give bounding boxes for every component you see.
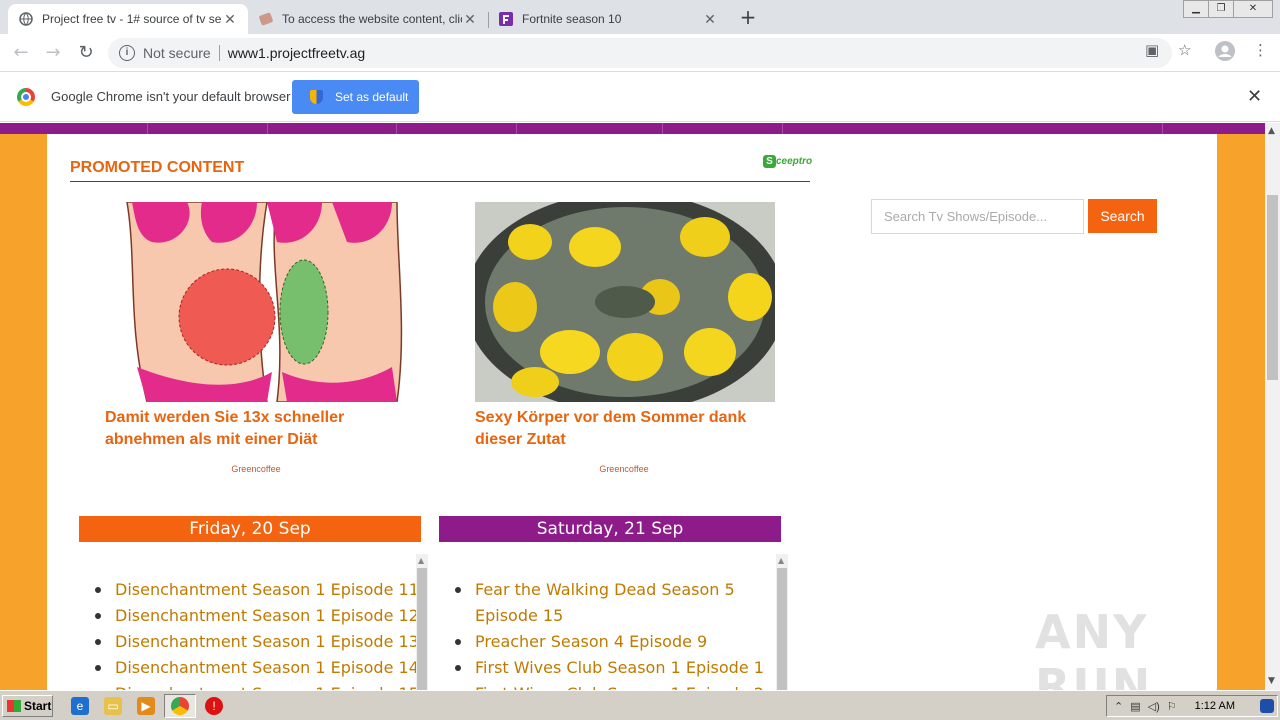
start-button[interactable]: Start: [2, 695, 53, 717]
forward-button[interactable]: →: [42, 42, 64, 64]
tray-expand-icon[interactable]: ⌃: [1114, 700, 1123, 713]
episode-link[interactable]: Disenchantment Season 1 Episode 12: [79, 603, 419, 629]
saturday-episode-list: Fear the Walking Dead Season 5 Episode 1…: [439, 577, 779, 690]
globe-icon: [18, 11, 34, 27]
start-label: Start: [24, 699, 52, 713]
promoted-content-title: PROMOTED CONTENT: [70, 159, 245, 176]
episode-link[interactable]: First Wives Club Season 1 Episode 2: [439, 681, 779, 690]
set-as-default-label: Set as default: [335, 90, 409, 104]
tab-projectfreetv[interactable]: Project free tv - 1# source of tv series…: [8, 4, 248, 34]
scroll-thumb[interactable]: [417, 568, 427, 690]
promo-source-2[interactable]: Greencoffee: [474, 464, 774, 474]
episode-link[interactable]: First Wives Club Season 1 Episode 1: [439, 655, 779, 681]
episode-link[interactable]: Preacher Season 4 Episode 9: [439, 629, 779, 655]
sceptro-badge[interactable]: Sceeptro: [763, 155, 812, 168]
bookmark-star-icon[interactable]: ☆: [1178, 41, 1191, 59]
site-nav-bar: [0, 123, 1265, 134]
episode-link[interactable]: Disenchantment Season 1 Episode 13: [79, 629, 419, 655]
scroll-up-arrow-icon[interactable]: ▲: [778, 556, 784, 565]
promo-headline-2[interactable]: Sexy Körper vor dem Sommer dank dieser Z…: [475, 407, 775, 451]
browser-toolbar: ← → ↻ i Not secure www1.projectfreetv.ag…: [0, 34, 1280, 72]
minimize-button[interactable]: ▁: [1183, 0, 1209, 18]
security-label: Not secure: [143, 45, 211, 61]
sceptro-badge-text: ceeptro: [776, 156, 813, 167]
day-header-saturday: Saturday, 21 Sep: [439, 516, 781, 542]
episode-link[interactable]: Disenchantment Season 1 Episode 15: [79, 681, 419, 690]
scroll-down-arrow-icon[interactable]: ▼: [1268, 676, 1275, 686]
scroll-up-arrow-icon[interactable]: ▲: [1268, 126, 1275, 136]
tab-access-content[interactable]: To access the website content, click ✕: [248, 4, 488, 34]
episode-link[interactable]: Disenchantment Season 1 Episode 11: [79, 577, 419, 603]
fortnite-icon: [498, 11, 514, 27]
blocked-popup-icon[interactable]: ▣: [1145, 41, 1159, 59]
action-center-flag-icon[interactable]: ⚐: [1167, 700, 1177, 713]
page-scroll-thumb[interactable]: [1267, 195, 1278, 380]
tab-close-icon[interactable]: ✕: [702, 11, 718, 28]
promo-image-lemons[interactable]: [475, 202, 775, 402]
show-desktop-icon[interactable]: [1260, 699, 1274, 713]
friday-episode-list: Disenchantment Season 1 Episode 11 Disen…: [79, 577, 419, 690]
address-divider: [218, 45, 220, 61]
tab-title: To access the website content, click: [282, 12, 462, 26]
system-tray: ⌃ ▤ ◁) ⚐ 1:12 AM: [1106, 695, 1278, 717]
restore-button[interactable]: ❐: [1208, 0, 1234, 18]
scroll-thumb[interactable]: [777, 568, 787, 690]
menu-dots-icon[interactable]: ⋮: [1253, 41, 1268, 59]
windows-flag-icon: [7, 700, 21, 712]
tab-close-icon[interactable]: ✕: [462, 11, 478, 28]
network-icon[interactable]: ▤: [1130, 700, 1140, 713]
set-as-default-button[interactable]: Set as default: [292, 80, 419, 114]
promoted-divider: [70, 181, 810, 182]
reload-button[interactable]: ↻: [75, 42, 97, 64]
promo-image-weightloss[interactable]: [107, 202, 407, 402]
chrome-logo-icon: [17, 88, 35, 106]
back-button[interactable]: ←: [10, 42, 32, 64]
infobar-message: Google Chrome isn't your default browser: [51, 89, 291, 104]
tab-strip: Project free tv - 1# source of tv series…: [0, 0, 1280, 34]
search-input[interactable]: Search Tv Shows/Episode...: [871, 199, 1084, 234]
search-button[interactable]: Search: [1088, 199, 1157, 233]
chrome-icon[interactable]: [171, 697, 189, 715]
profile-avatar-icon[interactable]: [1215, 41, 1235, 65]
volume-icon[interactable]: ◁): [1148, 700, 1160, 713]
episode-link[interactable]: Disenchantment Season 1 Episode 14: [79, 655, 419, 681]
media-player-icon[interactable]: ▶: [137, 697, 155, 715]
info-icon[interactable]: i: [119, 45, 135, 61]
friday-list-scrollbar[interactable]: ▲: [416, 554, 428, 690]
default-browser-infobar: Google Chrome isn't your default browser…: [0, 72, 1280, 122]
address-bar[interactable]: i Not secure www1.projectfreetv.ag: [108, 38, 1172, 68]
uac-shield-icon: [310, 90, 323, 104]
promo-source-1[interactable]: Greencoffee: [106, 464, 406, 474]
new-tab-button[interactable]: +: [737, 6, 759, 28]
page-scrollbar[interactable]: ▲ ▼: [1265, 123, 1280, 690]
episode-link[interactable]: Fear the Walking Dead Season 5 Episode 1…: [439, 577, 779, 629]
stop-icon[interactable]: !: [205, 697, 223, 715]
windows-taskbar: Start e ▭ ▶ ! ⌃ ▤ ◁) ⚐ 1:12 AM: [0, 690, 1280, 720]
tab-fortnite[interactable]: Fortnite season 10 ✕: [488, 4, 728, 34]
close-window-button[interactable]: ✕: [1233, 0, 1273, 18]
tab-title: Project free tv - 1# source of tv series: [42, 12, 222, 26]
infobar-close-icon[interactable]: ✕: [1247, 86, 1262, 107]
url-text[interactable]: www1.projectfreetv.ag: [228, 45, 365, 61]
day-header-friday: Friday, 20 Sep: [79, 516, 421, 542]
saturday-list-scrollbar[interactable]: ▲: [776, 554, 788, 690]
tab-close-icon[interactable]: ✕: [222, 11, 238, 28]
puzzle-icon: [258, 11, 274, 27]
folder-icon[interactable]: ▭: [104, 697, 122, 715]
clock[interactable]: 1:12 AM: [1195, 700, 1235, 712]
internet-explorer-icon[interactable]: e: [71, 697, 89, 715]
tab-title: Fortnite season 10: [522, 12, 622, 26]
scroll-up-arrow-icon[interactable]: ▲: [418, 556, 424, 565]
promo-headline-1[interactable]: Damit werden Sie 13x schneller abnehmen …: [105, 407, 405, 451]
